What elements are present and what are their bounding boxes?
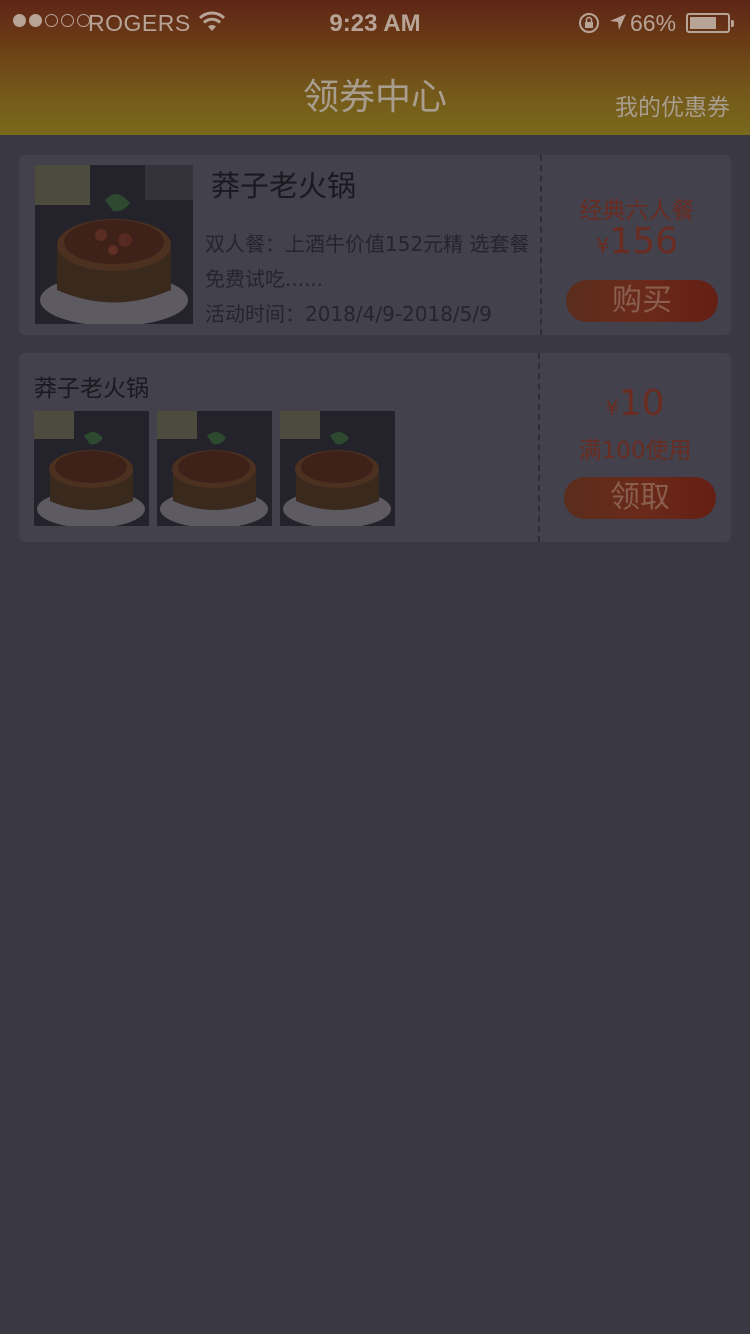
- battery-level: [690, 17, 716, 29]
- hotpot-dish-icon: [35, 165, 193, 324]
- app-header: ROGERS 9:23 AM 66% 领券中心 我的优惠券: [0, 0, 750, 135]
- location-arrow-icon: [610, 14, 626, 30]
- currency-symbol: ¥: [595, 234, 610, 258]
- deal-description: 双人餐：上酒牛价值152元精 选套餐 免费试吃...... 活动时间：2018/…: [205, 227, 535, 332]
- deal-description-line1: 双人餐：上酒牛价值152元精 选套餐: [205, 232, 530, 256]
- amount-value: 10: [618, 383, 665, 424]
- coupon-condition: 满100使用: [578, 438, 692, 464]
- coupon-action: ¥10 满100使用 领取: [539, 353, 731, 542]
- dish-image: [35, 165, 193, 324]
- dish-image: [280, 411, 395, 526]
- claim-button[interactable]: 领取: [564, 477, 716, 519]
- rotation-lock-icon: [579, 13, 599, 33]
- coupon-action: 经典六人餐 ¥156 购买: [543, 155, 731, 335]
- my-coupons-link[interactable]: 我的优惠券: [615, 88, 730, 122]
- buy-button[interactable]: 购买: [566, 280, 718, 322]
- shop-name: 莽子老火锅: [34, 376, 149, 402]
- package-price: ¥156: [543, 221, 731, 262]
- deal-description-line2: 免费试吃......: [205, 267, 324, 291]
- activity-time: 活动时间：2018/4/9-2018/5/9: [205, 302, 492, 326]
- coupon-card-meal-deal[interactable]: 莽子老火锅 双人餐：上酒牛价值152元精 选套餐 免费试吃...... 活动时间…: [19, 155, 731, 335]
- shop-name: 莽子老火锅: [211, 169, 357, 203]
- dish-image: [157, 411, 272, 526]
- status-bar: ROGERS 9:23 AM 66%: [0, 0, 750, 46]
- coupon-amount: ¥10: [539, 383, 731, 424]
- package-name: 经典六人餐: [579, 198, 695, 224]
- battery-icon: [686, 13, 734, 33]
- dish-image: [34, 411, 149, 526]
- coupon-info: 莽子老火锅: [19, 353, 538, 542]
- price-value: 156: [609, 221, 679, 262]
- battery-percent: 66%: [630, 10, 677, 36]
- coupon-card-discount[interactable]: 莽子老火锅 ¥10 满100使用 领取: [19, 353, 731, 542]
- hotpot-dish-icon: [157, 411, 272, 526]
- coupon-info: 莽子老火锅 双人餐：上酒牛价值152元精 选套餐 免费试吃...... 活动时间…: [19, 155, 541, 335]
- currency-symbol: ¥: [605, 396, 619, 420]
- card-divider: [540, 155, 542, 335]
- hotpot-dish-icon: [34, 411, 149, 526]
- hotpot-dish-icon: [280, 411, 395, 526]
